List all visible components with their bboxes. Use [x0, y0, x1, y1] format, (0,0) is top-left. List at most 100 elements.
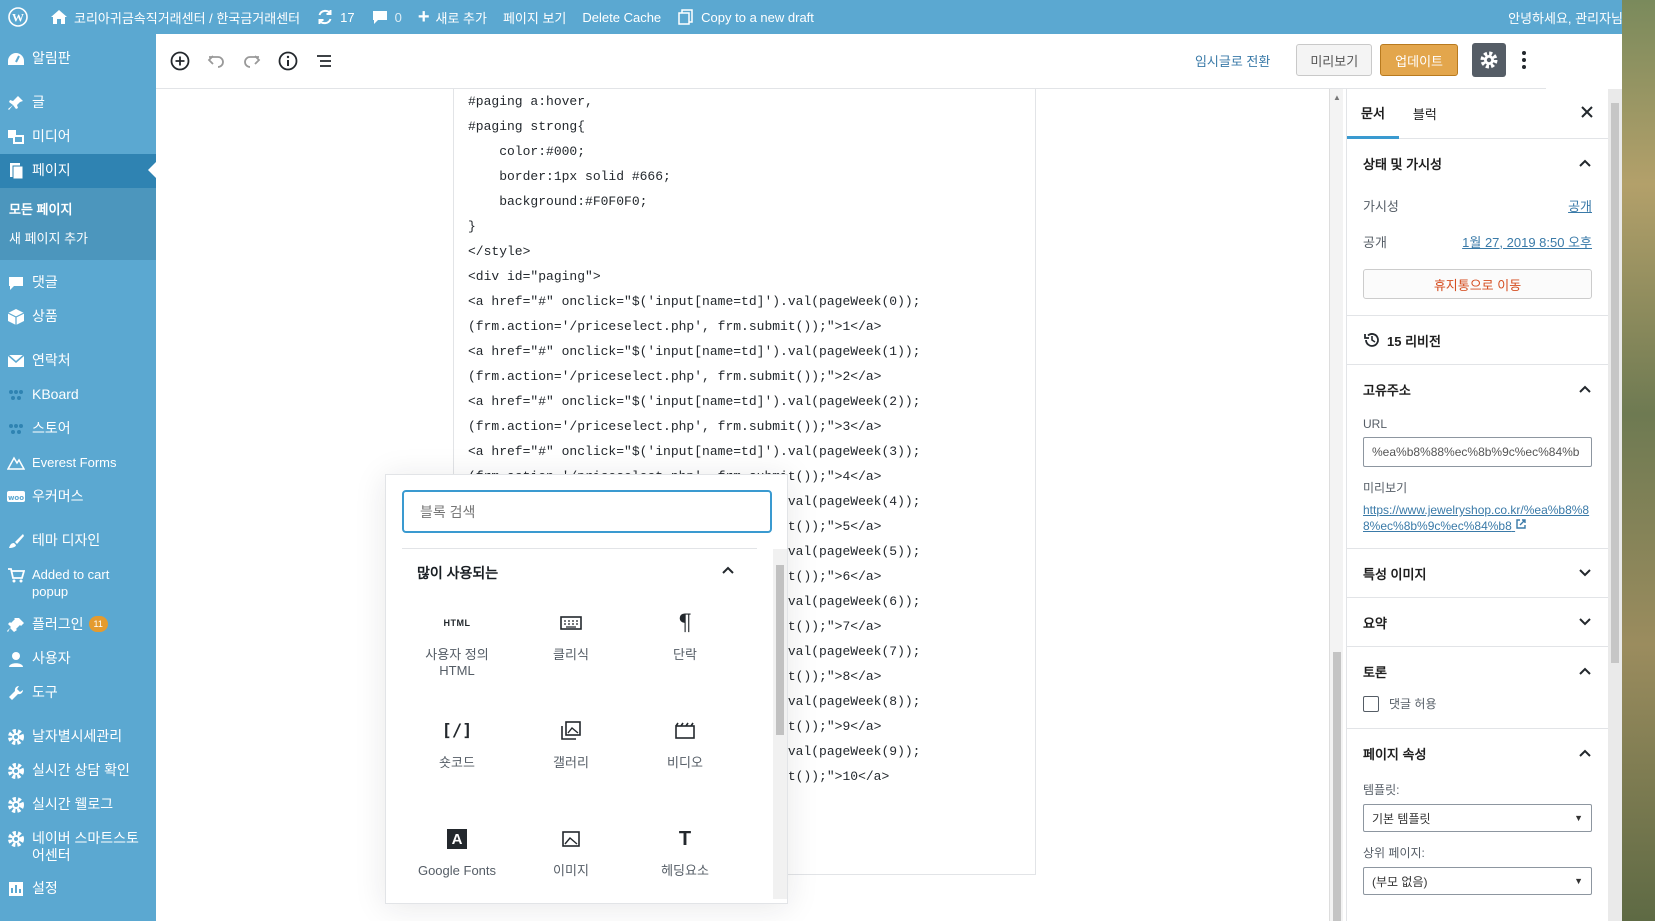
copy-draft-link[interactable]: Copy to a new draft — [669, 0, 822, 34]
featured-image-toggle[interactable]: 특성 이미지 — [1363, 549, 1592, 597]
tab-document[interactable]: 문서 — [1347, 89, 1399, 139]
page-attributes-toggle[interactable]: 페이지 속성 — [1363, 729, 1592, 777]
submenu-all-pages[interactable]: 모든 페이지 — [0, 194, 156, 223]
sidebar-item-plugins[interactable]: 플러그인 11 — [0, 608, 156, 642]
plugin-icon — [6, 616, 26, 634]
url-slug-input[interactable]: %ea%b8%88%ec%8b%9c%ec%84%b — [1363, 437, 1592, 467]
block-heading[interactable]: T 헤딩요소 — [630, 819, 740, 911]
preview-link[interactable]: https://www.jewelryshop.co.kr/%ea%b8%88%… — [1363, 502, 1592, 534]
sidebar-item-tools[interactable]: 도구 — [0, 676, 156, 710]
pin-icon — [6, 94, 26, 112]
code-line: (frm.action='/priceselect.php', frm.subm… — [468, 419, 882, 434]
allow-comments-checkbox[interactable] — [1363, 695, 1379, 712]
more-menu-button[interactable] — [1516, 44, 1532, 76]
sidebar-item-woocommerce[interactable]: woo 우커머스 — [0, 480, 156, 514]
move-to-trash-button[interactable]: 휴지통으로 이동 — [1363, 269, 1592, 299]
page-scrollbar[interactable] — [1608, 89, 1622, 921]
sidebar-item-live-chat[interactable]: 실시간 상담 확인 — [0, 754, 156, 788]
block-image[interactable]: 이미지 — [516, 819, 626, 911]
plugins-update-badge: 11 — [88, 616, 108, 632]
editor-scrollbar-thumb[interactable] — [1333, 652, 1341, 921]
block-search-input[interactable] — [420, 503, 754, 520]
updates-link[interactable]: 17 — [308, 0, 362, 34]
forms-icon — [6, 454, 26, 472]
sidebar-item-posts[interactable]: 글 — [0, 86, 156, 120]
sidebar-item-cart-popup[interactable]: Added to cart popup — [0, 558, 156, 608]
sidebar-item-naver-store[interactable]: 네이버 스마트스토어센터 — [0, 822, 156, 872]
sidebar-item-users[interactable]: 사용자 — [0, 642, 156, 676]
tab-block[interactable]: 블럭 — [1399, 89, 1451, 139]
video-icon — [674, 711, 696, 751]
discussion-toggle[interactable]: 토론 — [1363, 647, 1592, 695]
view-page-link[interactable]: 페이지 보기 — [495, 0, 574, 34]
block-video[interactable]: 비디오 — [630, 711, 740, 803]
parent-page-select[interactable]: (부모 없음) ▼ — [1363, 867, 1592, 895]
editor-scrollbar[interactable]: ▲ — [1329, 89, 1343, 921]
publish-date-toggle[interactable]: 1월 27, 2019 8:50 오후 — [1462, 232, 1592, 251]
preview-label: 미리보기 — [1363, 481, 1408, 495]
inserter-scrollbar[interactable] — [773, 549, 787, 899]
sidebar-item-comments[interactable]: 댓글 — [0, 266, 156, 300]
redo-button[interactable] — [234, 43, 270, 79]
comments-link[interactable]: 0 — [363, 0, 410, 34]
inserter-scrollbar-thumb[interactable] — [776, 565, 784, 735]
revisions-panel[interactable]: 15 리비전 — [1347, 316, 1608, 365]
block-classic[interactable]: 클리식 — [516, 603, 626, 695]
chevron-up-icon — [1579, 749, 1591, 757]
code-line: <a href="#" onclick="$('input[name=td]')… — [468, 394, 921, 409]
block-shortcode[interactable]: [/] 숏코드 — [402, 711, 512, 803]
block-google-fonts[interactable]: A Google Fonts — [402, 819, 512, 911]
excerpt-toggle[interactable]: 요약 — [1363, 598, 1592, 646]
switch-to-draft-button[interactable]: 임시글로 전환 — [1195, 51, 1270, 70]
block-search-field[interactable] — [402, 490, 772, 533]
submenu-add-page[interactable]: 새 페이지 추가 — [0, 223, 156, 252]
sidebar-item-media[interactable]: 미디어 — [0, 120, 156, 154]
block-paragraph[interactable]: ¶ 단락 — [630, 603, 740, 695]
admin-bar: W 코리아귀금속직거래센터 / 한국금거래센터 17 0 + 새로 추가 페이지… — [0, 0, 1655, 34]
code-line: <a href="#" onclick="$('input[name=td]')… — [468, 294, 921, 309]
site-name-link[interactable]: 코리아귀금속직거래센터 / 한국금거래센터 — [42, 0, 308, 34]
sidebar-item-dashboard[interactable]: 알림판 — [0, 42, 156, 76]
sidebar-item-kboard[interactable]: KBoard — [0, 378, 156, 412]
delete-cache-link[interactable]: Delete Cache — [574, 0, 669, 34]
featured-image-panel: 특성 이미지 — [1347, 549, 1608, 598]
allow-comments-row: 댓글 허용 — [1363, 695, 1592, 728]
update-button[interactable]: 업데이트 — [1380, 44, 1458, 76]
block-navigation-button[interactable] — [306, 43, 342, 79]
panel-title: 토론 — [1363, 664, 1387, 680]
revisions-link[interactable]: 15 리비전 — [1363, 316, 1592, 364]
most-used-title[interactable]: 많이 사용되는 — [417, 563, 498, 583]
sidebar-item-contacts[interactable]: 연락처 — [0, 344, 156, 378]
chevron-down-icon — [1579, 618, 1591, 626]
add-block-button[interactable] — [162, 43, 198, 79]
block-gallery[interactable]: 갤러리 — [516, 711, 626, 803]
sidebar-item-store[interactable]: 스토어 — [0, 412, 156, 446]
sidebar-item-products[interactable]: 상품 — [0, 300, 156, 334]
heading-icon: T — [678, 827, 692, 850]
sidebar-item-appearance[interactable]: 테마 디자인 — [0, 524, 156, 558]
template-select[interactable]: 기본 템플릿 ▼ — [1363, 804, 1592, 832]
sidebar-item-everest-forms[interactable]: Everest Forms — [0, 446, 156, 480]
undo-button[interactable] — [198, 43, 234, 79]
new-content-link[interactable]: + 새로 추가 — [410, 0, 495, 34]
page-scrollbar-thumb[interactable] — [1611, 103, 1619, 663]
permalink-toggle[interactable]: 고유주소 — [1363, 365, 1592, 413]
preview-button[interactable]: 미리보기 — [1296, 44, 1373, 76]
sidebar-item-label: KBoard — [32, 386, 79, 402]
status-visibility-toggle[interactable]: 상태 및 가시성 — [1363, 139, 1592, 187]
settings-toggle-button[interactable] — [1472, 43, 1506, 77]
visibility-toggle[interactable]: 공개 — [1568, 196, 1592, 215]
sidebar-item-pages[interactable]: 페이지 — [0, 154, 156, 188]
chevron-up-icon[interactable] — [721, 563, 735, 578]
close-icon[interactable] — [1580, 105, 1594, 122]
scroll-up-arrow-icon[interactable]: ▲ — [1333, 93, 1341, 102]
info-icon — [278, 51, 298, 71]
sidebar-item-settings[interactable]: 설정 — [0, 872, 156, 906]
sidebar-item-live-log[interactable]: 실시간 웰로그 — [0, 788, 156, 822]
content-info-button[interactable] — [270, 43, 306, 79]
sidebar-item-price-mgmt[interactable]: 날자별시세관리 — [0, 720, 156, 754]
wp-logo-icon[interactable]: W — [0, 0, 42, 34]
site-name: 코리아귀금속직거래센터 / 한국금거래센터 — [74, 10, 301, 26]
html-icon: HTML — [443, 618, 471, 628]
block-custom-html[interactable]: HTML 사용자 정의 HTML — [402, 603, 512, 695]
